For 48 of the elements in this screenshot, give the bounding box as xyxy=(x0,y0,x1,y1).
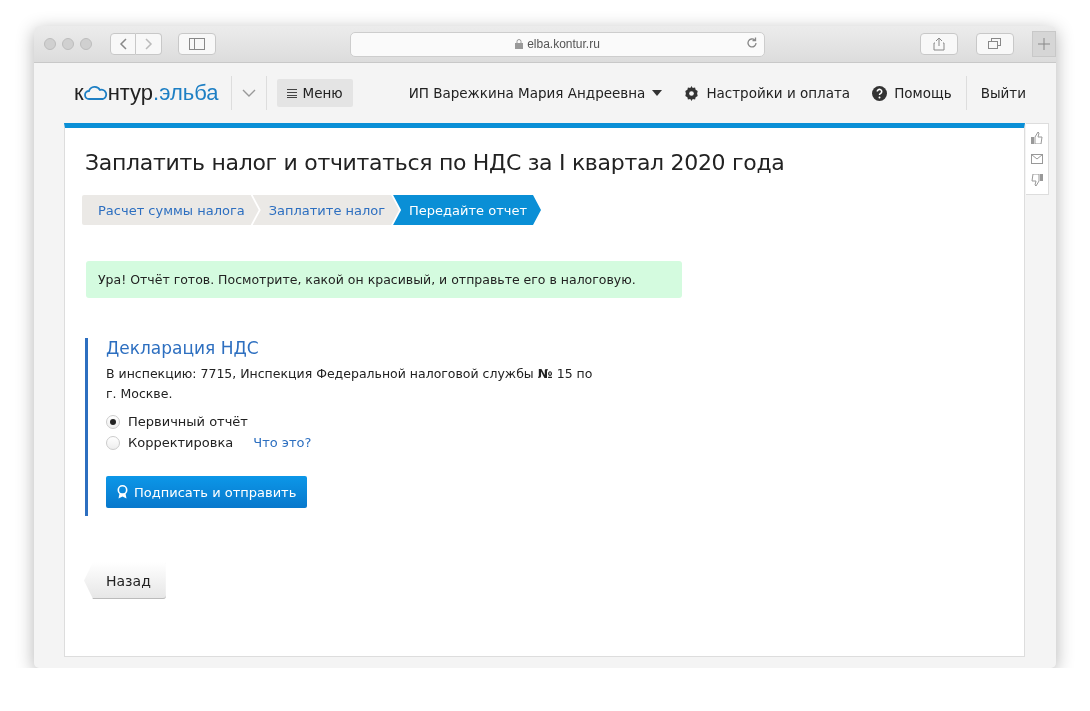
radio-label[interactable]: Первичный отчёт xyxy=(128,414,248,429)
question-icon xyxy=(872,85,888,101)
declaration-title[interactable]: Декларация НДС xyxy=(106,338,1004,358)
certificate-icon xyxy=(117,485,128,499)
thumbs-up-icon[interactable] xyxy=(1031,132,1043,144)
new-tab-button[interactable] xyxy=(1032,31,1056,57)
envelope-icon[interactable] xyxy=(1031,154,1043,164)
menu-icon xyxy=(286,88,297,98)
inspection-text: В инспекцию: 7715, Инспекция Федеральной налоговой службы № 15 по г. Москве. xyxy=(106,365,594,403)
radio-label[interactable]: Корректировка xyxy=(128,435,234,450)
forward-nav-button[interactable] xyxy=(136,33,162,55)
logout-link[interactable]: Выйти xyxy=(980,85,1026,101)
help-link[interactable]: Помощь xyxy=(872,85,952,101)
user-dropdown[interactable]: ИП Варежкина Мария Андреевна xyxy=(408,85,663,101)
page-title: Заплатить налог и отчитаться по НДС за I квартал 2020 года xyxy=(85,150,786,175)
zoom-window-button[interactable] xyxy=(80,38,92,50)
step-tab[interactable]: Расчет суммы налога xyxy=(82,195,259,225)
sidebar-icon xyxy=(189,38,205,50)
step-tab[interactable]: Заплатите налог xyxy=(252,195,400,225)
lock-icon xyxy=(515,39,524,49)
sign-and-send-button[interactable]: Подписать и отправить xyxy=(106,476,308,508)
settings-icon xyxy=(684,85,700,101)
help-link[interactable]: Что это? xyxy=(253,435,312,450)
cloud-icon xyxy=(83,85,108,101)
chevron-left-icon xyxy=(119,38,127,50)
chevron-down-icon[interactable] xyxy=(241,88,256,98)
settings-link[interactable]: Настройки и оплата xyxy=(684,85,851,101)
step-tab[interactable]: Передайте отчет xyxy=(393,195,541,225)
share-button[interactable] xyxy=(920,33,958,55)
radio-button[interactable] xyxy=(106,414,120,429)
radio-button[interactable] xyxy=(106,435,120,450)
menu-button[interactable]: Меню xyxy=(276,79,353,107)
plus-icon xyxy=(1038,38,1050,50)
success-notice: Ура! Отчёт готов. Посмотрите, какой он красивый, и отправьте его в налоговую. xyxy=(86,261,682,298)
caret-down-icon xyxy=(652,90,663,96)
address-bar[interactable]: elba.kontur.ru xyxy=(350,31,765,57)
address-text: elba.kontur.ru xyxy=(527,37,600,51)
chevron-right-icon xyxy=(144,38,153,50)
logo[interactable]: к нтур.эльба xyxy=(74,80,219,106)
back-nav-button[interactable] xyxy=(110,33,136,55)
tabs-button[interactable] xyxy=(976,33,1014,55)
close-window-button[interactable] xyxy=(44,38,56,50)
tabs-icon xyxy=(988,38,1002,50)
share-icon xyxy=(933,37,945,51)
thumbs-down-icon[interactable] xyxy=(1031,174,1043,186)
sidebar-toggle-button[interactable] xyxy=(178,33,216,55)
minimize-window-button[interactable] xyxy=(62,38,74,50)
reload-icon xyxy=(746,36,758,49)
